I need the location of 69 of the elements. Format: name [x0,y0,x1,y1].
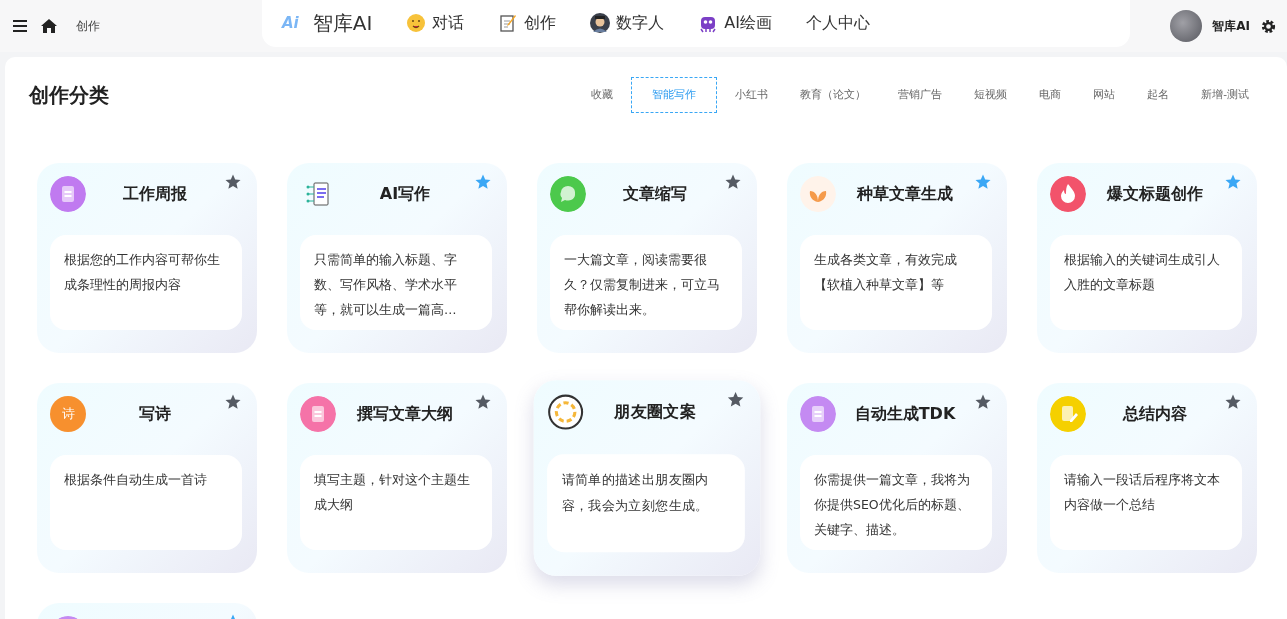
category-tab[interactable]: 新增-测试 [1187,77,1263,113]
tool-card[interactable]: 种草文章生成 生成各类文章，有效完成【软植入种草文章】等 [787,163,1007,353]
tool-card[interactable]: 爆文标题创作 根据输入的关键词生成引人入胜的文章标题 [1037,163,1257,353]
card-title: 总结内容 [1121,403,1188,425]
star-icon[interactable] [726,390,745,409]
card-title: 写诗 [138,403,172,425]
nav-item[interactable]: 创作 [498,12,557,34]
category-tab[interactable]: 小红书 [721,77,783,113]
tool-card[interactable]: 文章缩写 一大篇文章，阅读需要很久？仅需复制进来，可立马帮你解读出来。 [537,163,757,353]
nav-item[interactable]: AI绘画 [698,12,773,34]
card-title: 朋友圈文案 [613,401,698,423]
tool-card[interactable]: 诗 写诗 根据条件自动生成一首诗 [37,383,257,573]
card-description: 根据您的工作内容可帮你生成条理性的周报内容 [50,235,242,330]
logo-mark: Ai [282,14,299,32]
settings-icon[interactable] [1260,17,1277,35]
card-title: 爆文标题创作 [1106,183,1204,205]
home-icon[interactable] [40,18,58,34]
card-description: 生成各类文章，有效完成【软植入种草文章】等 [800,235,992,330]
star-icon[interactable] [974,393,992,411]
face-icon [406,13,427,33]
card-description: 一大篇文章，阅读需要很久？仅需复制进来，可立马帮你解读出来。 [550,235,742,330]
memo-icon [498,13,519,33]
category-tab[interactable]: 教育（论文） [786,77,881,113]
star-icon[interactable] [224,393,242,411]
nav-item[interactable]: 数字人 [590,12,665,34]
card-description: 你需提供一篇文章，我将为你提供SEO优化后的标题、关键字、描述。 [800,455,992,550]
card-description: 请输入一段话后程序将文本内容做一个总结 [1050,455,1242,550]
category-tab[interactable]: 营销广告 [884,77,957,113]
star-icon[interactable] [474,393,492,411]
star-icon[interactable] [1224,173,1242,191]
card-description: 根据条件自动生成一首诗 [50,455,242,550]
card-title: 文章缩写 [622,183,688,205]
category-tab[interactable]: 电商 [1025,77,1076,113]
sprout-icon [800,176,836,212]
tool-card[interactable]: 工作周报 根据您的工作内容可帮你生成条理性的周报内容 [37,163,257,353]
card-title: AI写作 [378,183,432,205]
logo-text: 智库AI [312,9,373,37]
category-tab[interactable]: 短视频 [960,77,1022,113]
nav-item[interactable]: 个人中心 [806,12,871,34]
person-icon [590,13,611,33]
menu-icon[interactable] [12,19,28,33]
page-title: 创作分类 [29,81,110,109]
star-icon[interactable] [474,173,492,191]
card-description: 请简单的描述出朋友圈内容，我会为立刻您生成。 [547,454,745,553]
category-tab[interactable]: 起名 [1133,77,1184,113]
star-icon[interactable] [1224,393,1242,411]
breadcrumb[interactable]: 创作 [76,17,100,35]
tool-card[interactable]: 自动生成TDK 你需提供一篇文章，我将为你提供SEO优化后的标题、关键字、描述。 [787,383,1007,573]
star-icon[interactable] [974,173,992,191]
card-description: 填写主题，针对这个主题生成大纲 [300,455,492,550]
card-description: 根据输入的关键词生成引人入胜的文章标题 [1050,235,1242,330]
category-tab[interactable]: 收藏 [577,77,628,113]
star-icon[interactable] [224,173,242,191]
card-title: 工作周报 [122,183,188,205]
card-description: 只需简单的输入标题、字数、写作风格、学术水平等，就可以生成一篇高… [300,235,492,330]
aperture-icon [547,393,585,431]
nav-item[interactable]: 对话 [406,12,465,34]
tool-card[interactable]: 总结内容 请输入一段话后程序将文本内容做一个总结 [1037,383,1257,573]
tool-card[interactable]: 撰写文章大纲 填写主题，针对这个主题生成大纲 [287,383,507,573]
user-name[interactable]: 智库AI [1212,17,1250,35]
card-title: 种草文章生成 [855,183,954,205]
category-tab[interactable]: 网站 [1079,77,1130,113]
tool-card[interactable]: 朋友圈文案 请简单的描述出朋友圈内容，我会为立刻您生成。 [533,380,761,576]
card-title: 自动生成TDK [853,403,957,425]
poem-icon: 诗 [50,396,86,432]
tool-card[interactable]: AI写作 只需简单的输入标题、字数、写作风格、学术水平等，就可以生成一篇高… [287,163,507,353]
star-icon[interactable] [724,173,742,191]
card-title: 撰写文章大纲 [355,403,454,425]
avatar[interactable] [1170,10,1203,42]
